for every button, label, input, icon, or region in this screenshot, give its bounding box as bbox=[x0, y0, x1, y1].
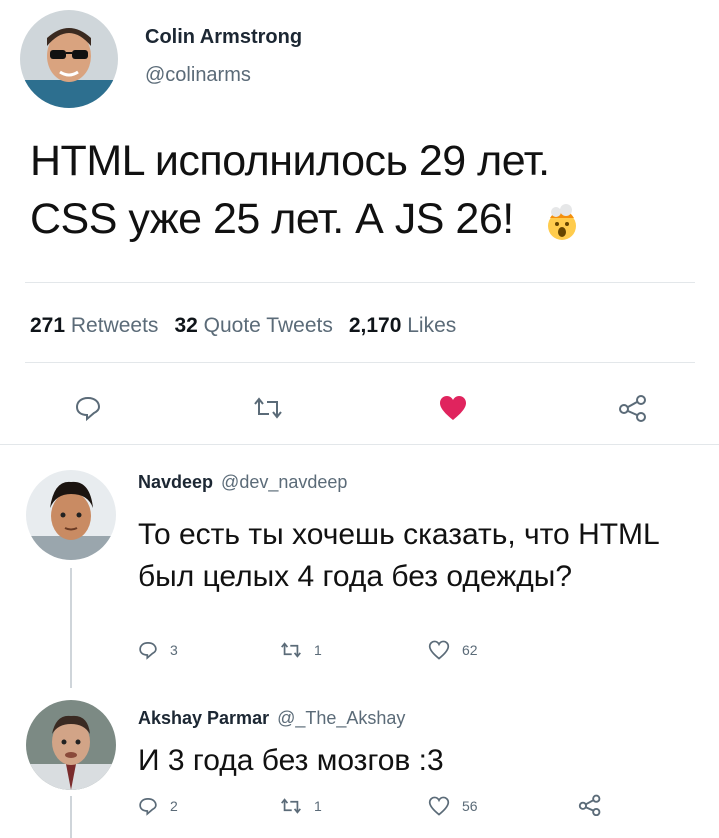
retweets-stat[interactable]: 271 Retweets bbox=[30, 314, 158, 338]
exploding-head-icon bbox=[542, 199, 582, 240]
thread-line bbox=[70, 568, 72, 688]
reply-1-author-handle[interactable]: @dev_navdeep bbox=[221, 472, 347, 493]
heart-icon bbox=[428, 796, 450, 816]
author-name[interactable]: Colin Armstrong bbox=[145, 26, 302, 49]
reply-1-header: Navdeep @dev_navdeep bbox=[138, 472, 347, 493]
heart-filled-icon bbox=[440, 396, 466, 420]
author-avatar[interactable] bbox=[20, 10, 118, 108]
reply-button[interactable] bbox=[70, 390, 106, 426]
reply-2-header: Akshay Parmar @_The_Akshay bbox=[138, 708, 405, 729]
likes-stat[interactable]: 2,170 Likes bbox=[349, 314, 456, 338]
reply-icon bbox=[75, 396, 101, 422]
reply-2-like-button[interactable]: 56 bbox=[428, 796, 478, 816]
tweet-text-line-2: CSS уже 25 лет. А JS 26! bbox=[30, 195, 514, 243]
reply-2-author-handle[interactable]: @_The_Akshay bbox=[277, 708, 405, 729]
tweet-stats: 271 Retweets 32 Quote Tweets 2,170 Likes bbox=[30, 314, 456, 338]
reply-1-retweet-button[interactable]: 1 bbox=[280, 640, 322, 660]
retweet-icon bbox=[254, 397, 282, 419]
retweet-icon bbox=[281, 798, 301, 814]
quotes-stat[interactable]: 32 Quote Tweets bbox=[174, 314, 332, 338]
reply-icon bbox=[139, 797, 157, 816]
retweet-icon bbox=[281, 642, 301, 658]
share-icon bbox=[578, 794, 601, 816]
retweet-button[interactable] bbox=[250, 390, 286, 426]
reply-2-author-name[interactable]: Akshay Parmar bbox=[138, 708, 269, 729]
author-handle[interactable]: @colinarms bbox=[145, 64, 251, 87]
reply-1-text: То есть ты хочешь сказать, что HTML был … bbox=[138, 518, 660, 593]
share-button[interactable] bbox=[615, 390, 651, 426]
divider-top bbox=[25, 282, 695, 283]
reply-icon bbox=[139, 641, 157, 660]
reply-2-share-button[interactable] bbox=[578, 794, 602, 816]
reply-1-author-name[interactable]: Navdeep bbox=[138, 472, 213, 493]
tweet-text-line-1: HTML исполнилось 29 лет. bbox=[30, 137, 550, 185]
reply-2-reply-button[interactable]: 2 bbox=[138, 796, 178, 816]
reply-1-reply-button[interactable]: 3 bbox=[138, 640, 178, 660]
thread-line-2 bbox=[70, 796, 72, 838]
reply-2-avatar[interactable] bbox=[26, 700, 116, 790]
divider-bottom bbox=[0, 444, 719, 445]
reply-1-like-button[interactable]: 62 bbox=[428, 640, 478, 660]
reply-1-avatar[interactable] bbox=[26, 470, 116, 560]
reply-2-retweet-button[interactable]: 1 bbox=[280, 796, 322, 816]
tweet-text: HTML исполнилось 29 лет. CSS уже 25 лет.… bbox=[30, 132, 710, 248]
share-icon bbox=[619, 395, 646, 422]
like-button[interactable] bbox=[435, 390, 471, 426]
divider-middle bbox=[25, 362, 695, 363]
reply-2-text: И 3 года без мозгов :3 bbox=[138, 744, 444, 777]
heart-icon bbox=[428, 640, 450, 660]
